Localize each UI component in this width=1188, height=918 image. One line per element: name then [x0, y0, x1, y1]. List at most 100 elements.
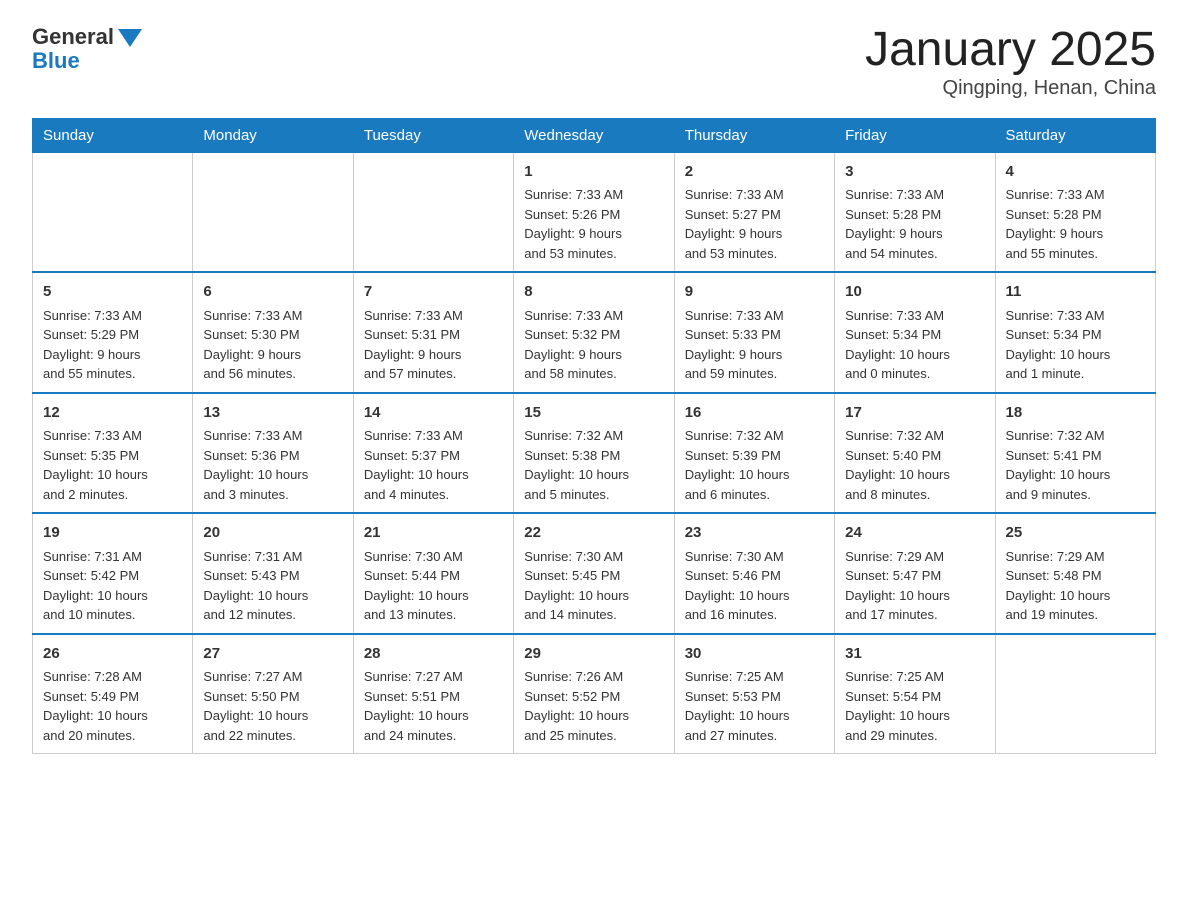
- day-info: Daylight: 10 hours: [685, 586, 824, 606]
- calendar-cell: 31Sunrise: 7:25 AMSunset: 5:54 PMDayligh…: [835, 634, 995, 754]
- day-info: Sunset: 5:50 PM: [203, 687, 342, 707]
- day-info: Sunset: 5:54 PM: [845, 687, 984, 707]
- logo: General Blue: [32, 24, 142, 74]
- day-info: Sunset: 5:26 PM: [524, 205, 663, 225]
- day-info: and 58 minutes.: [524, 364, 663, 384]
- calendar-cell: 27Sunrise: 7:27 AMSunset: 5:50 PMDayligh…: [193, 634, 353, 754]
- day-number: 3: [845, 161, 984, 184]
- calendar-header: SundayMondayTuesdayWednesdayThursdayFrid…: [33, 118, 1156, 152]
- day-number: 24: [845, 522, 984, 545]
- day-info: Sunrise: 7:33 AM: [1006, 185, 1145, 205]
- day-info: Daylight: 9 hours: [43, 345, 182, 365]
- day-info: Sunrise: 7:27 AM: [203, 667, 342, 687]
- page-subtitle: Qingping, Henan, China: [865, 77, 1156, 100]
- day-info: Sunrise: 7:30 AM: [685, 547, 824, 567]
- day-info: Sunset: 5:32 PM: [524, 325, 663, 345]
- calendar-cell: 25Sunrise: 7:29 AMSunset: 5:48 PMDayligh…: [995, 513, 1155, 634]
- day-number: 11: [1006, 281, 1145, 304]
- day-info: Daylight: 9 hours: [524, 224, 663, 244]
- day-info: Sunset: 5:34 PM: [1006, 325, 1145, 345]
- day-info: and 2 minutes.: [43, 485, 182, 505]
- day-info: Sunset: 5:44 PM: [364, 566, 503, 586]
- day-number: 25: [1006, 522, 1145, 545]
- calendar-cell: [353, 152, 513, 272]
- calendar-cell: 11Sunrise: 7:33 AMSunset: 5:34 PMDayligh…: [995, 272, 1155, 393]
- calendar-cell: 19Sunrise: 7:31 AMSunset: 5:42 PMDayligh…: [33, 513, 193, 634]
- day-info: Daylight: 10 hours: [43, 586, 182, 606]
- calendar-cell: 29Sunrise: 7:26 AMSunset: 5:52 PMDayligh…: [514, 634, 674, 754]
- day-info: Sunset: 5:42 PM: [43, 566, 182, 586]
- calendar-cell: 16Sunrise: 7:32 AMSunset: 5:39 PMDayligh…: [674, 393, 834, 514]
- day-number: 28: [364, 643, 503, 666]
- day-info: Sunset: 5:45 PM: [524, 566, 663, 586]
- header-day-wednesday: Wednesday: [514, 118, 674, 152]
- day-info: Sunset: 5:28 PM: [845, 205, 984, 225]
- day-info: Sunset: 5:40 PM: [845, 446, 984, 466]
- calendar-cell: 15Sunrise: 7:32 AMSunset: 5:38 PMDayligh…: [514, 393, 674, 514]
- day-info: Daylight: 10 hours: [845, 345, 984, 365]
- day-number: 30: [685, 643, 824, 666]
- day-info: and 0 minutes.: [845, 364, 984, 384]
- header-day-thursday: Thursday: [674, 118, 834, 152]
- day-info: Daylight: 10 hours: [364, 706, 503, 726]
- day-info: and 27 minutes.: [685, 726, 824, 746]
- day-number: 7: [364, 281, 503, 304]
- day-info: and 19 minutes.: [1006, 605, 1145, 625]
- day-info: Sunset: 5:35 PM: [43, 446, 182, 466]
- day-info: Sunset: 5:31 PM: [364, 325, 503, 345]
- day-info: Sunrise: 7:33 AM: [43, 426, 182, 446]
- day-info: Sunset: 5:29 PM: [43, 325, 182, 345]
- day-number: 21: [364, 522, 503, 545]
- calendar-cell: 6Sunrise: 7:33 AMSunset: 5:30 PMDaylight…: [193, 272, 353, 393]
- calendar-cell: 28Sunrise: 7:27 AMSunset: 5:51 PMDayligh…: [353, 634, 513, 754]
- calendar-cell: 12Sunrise: 7:33 AMSunset: 5:35 PMDayligh…: [33, 393, 193, 514]
- day-number: 14: [364, 402, 503, 425]
- day-number: 29: [524, 643, 663, 666]
- day-info: Daylight: 10 hours: [364, 465, 503, 485]
- day-info: and 3 minutes.: [203, 485, 342, 505]
- day-number: 4: [1006, 161, 1145, 184]
- header-row: SundayMondayTuesdayWednesdayThursdayFrid…: [33, 118, 1156, 152]
- day-info: Sunrise: 7:33 AM: [685, 306, 824, 326]
- day-number: 19: [43, 522, 182, 545]
- header-day-monday: Monday: [193, 118, 353, 152]
- calendar-body: 1Sunrise: 7:33 AMSunset: 5:26 PMDaylight…: [33, 152, 1156, 754]
- day-info: Sunrise: 7:33 AM: [203, 426, 342, 446]
- day-info: Daylight: 10 hours: [685, 706, 824, 726]
- day-info: Sunrise: 7:25 AM: [685, 667, 824, 687]
- day-number: 15: [524, 402, 663, 425]
- day-info: Daylight: 9 hours: [203, 345, 342, 365]
- day-info: Daylight: 9 hours: [685, 345, 824, 365]
- day-info: and 13 minutes.: [364, 605, 503, 625]
- day-info: Daylight: 10 hours: [1006, 465, 1145, 485]
- day-info: Sunrise: 7:33 AM: [43, 306, 182, 326]
- day-info: Sunrise: 7:32 AM: [685, 426, 824, 446]
- day-info: Sunrise: 7:30 AM: [524, 547, 663, 567]
- day-info: and 53 minutes.: [685, 244, 824, 264]
- calendar-week-3: 12Sunrise: 7:33 AMSunset: 5:35 PMDayligh…: [33, 393, 1156, 514]
- day-info: Sunset: 5:30 PM: [203, 325, 342, 345]
- day-info: Sunrise: 7:33 AM: [524, 185, 663, 205]
- day-number: 10: [845, 281, 984, 304]
- day-info: and 59 minutes.: [685, 364, 824, 384]
- day-info: Sunrise: 7:28 AM: [43, 667, 182, 687]
- day-info: Sunset: 5:27 PM: [685, 205, 824, 225]
- day-info: Sunset: 5:46 PM: [685, 566, 824, 586]
- page-header: General Blue January 2025 Qingping, Hena…: [32, 24, 1156, 100]
- day-info: Sunset: 5:48 PM: [1006, 566, 1145, 586]
- day-info: and 22 minutes.: [203, 726, 342, 746]
- day-info: and 5 minutes.: [524, 485, 663, 505]
- day-info: Sunrise: 7:31 AM: [43, 547, 182, 567]
- logo-general-text: General: [32, 24, 114, 50]
- day-info: Sunset: 5:33 PM: [685, 325, 824, 345]
- day-info: and 55 minutes.: [43, 364, 182, 384]
- day-info: Daylight: 10 hours: [524, 586, 663, 606]
- day-info: Sunrise: 7:27 AM: [364, 667, 503, 687]
- calendar-cell: 9Sunrise: 7:33 AMSunset: 5:33 PMDaylight…: [674, 272, 834, 393]
- day-info: Sunset: 5:52 PM: [524, 687, 663, 707]
- day-info: Daylight: 10 hours: [845, 465, 984, 485]
- day-info: and 10 minutes.: [43, 605, 182, 625]
- day-info: Sunrise: 7:25 AM: [845, 667, 984, 687]
- day-number: 6: [203, 281, 342, 304]
- day-number: 20: [203, 522, 342, 545]
